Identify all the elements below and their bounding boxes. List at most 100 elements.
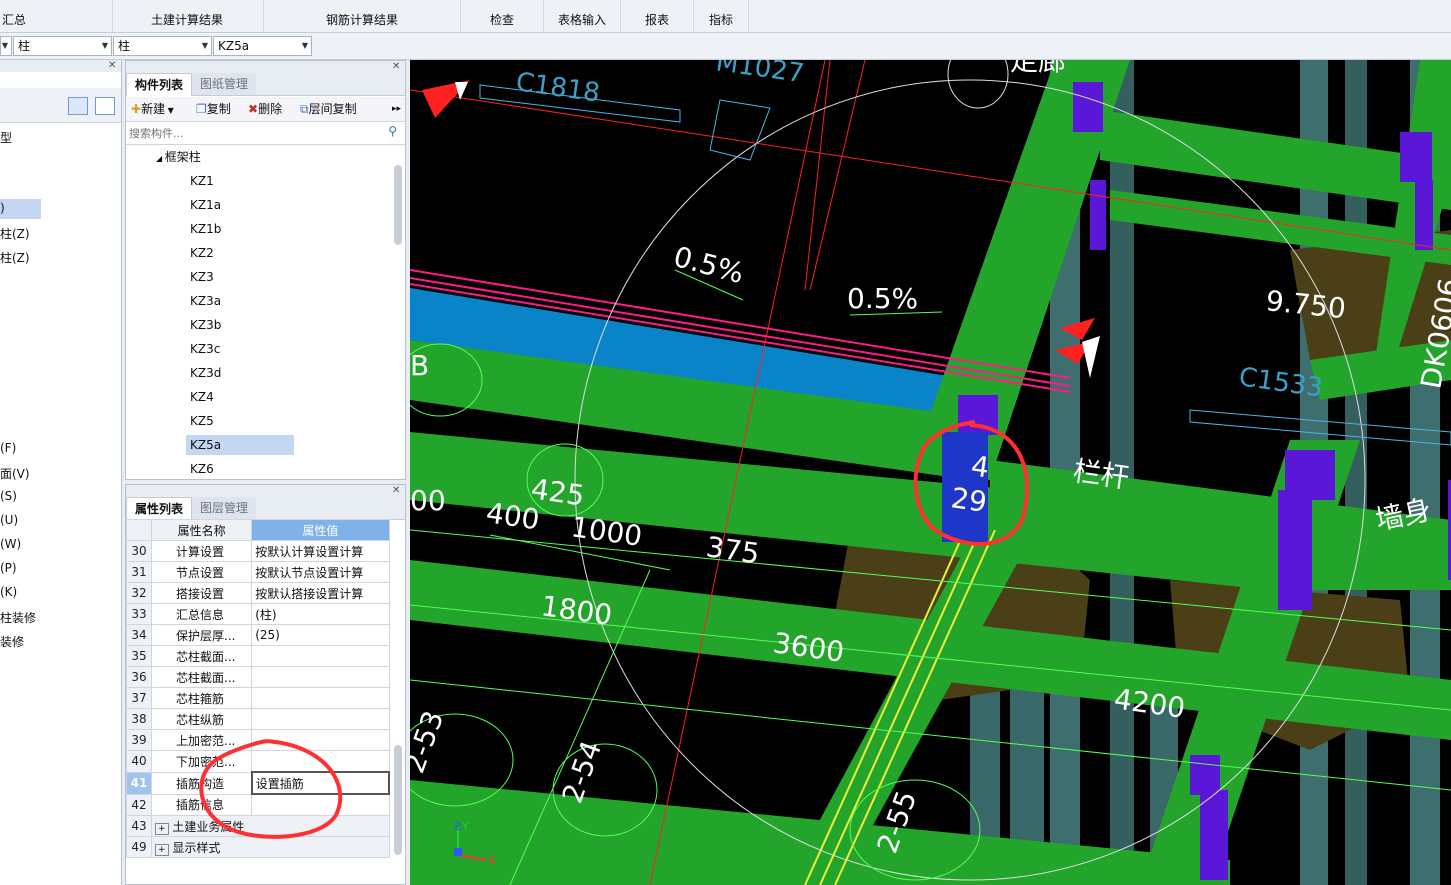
floor-select[interactable]: ▼: [0, 36, 12, 56]
nav-item[interactable]: 型: [0, 129, 12, 146]
nav-item[interactable]: 柱(Z): [0, 249, 30, 266]
close-icon[interactable]: ✕: [108, 60, 116, 71]
axis-label-y: Y: [461, 820, 469, 833]
property-value[interactable]: 按默认计算设置计算: [251, 540, 390, 562]
menu-civil-results[interactable]: 土建计算结果: [111, 0, 264, 32]
tree-item[interactable]: KZ3d: [190, 363, 221, 383]
menu-report[interactable]: 报表: [621, 0, 694, 32]
chevron-down-icon: ▼: [165, 106, 174, 115]
expand-icon[interactable]: +: [155, 843, 169, 856]
table-row[interactable]: 37 芯柱箍筋: [125, 687, 390, 709]
nav-item[interactable]: 柱(Z): [0, 225, 30, 242]
table-row[interactable]: 34 保护层厚... (25): [125, 624, 390, 646]
menu-summary[interactable]: 汇总: [0, 0, 113, 32]
property-value[interactable]: [251, 687, 390, 709]
detail-view-icon[interactable]: [95, 97, 115, 115]
scrollbar-thumb[interactable]: [394, 165, 402, 245]
search-icon[interactable]: ⚲: [388, 124, 397, 138]
row-number: 35: [125, 645, 153, 667]
property-value[interactable]: [251, 708, 390, 730]
expand-icon[interactable]: +: [155, 822, 169, 835]
new-button[interactable]: ✚新建 ▼: [131, 99, 174, 119]
nav-item[interactable]: (U): [0, 513, 18, 527]
delete-button[interactable]: ✖删除: [248, 99, 282, 119]
close-icon[interactable]: ✕: [392, 61, 400, 72]
type-select[interactable]: 柱 ▼: [13, 36, 112, 56]
label-column-b: 29: [949, 481, 989, 519]
property-name: 节点设置: [151, 561, 253, 583]
label-corridor: 走廊: [1010, 60, 1066, 77]
table-row[interactable]: 38 芯柱纵筋: [125, 708, 390, 730]
annotation-circle: [199, 739, 343, 839]
table-header: 属性名称 属性值: [125, 519, 390, 541]
nav-item[interactable]: (K): [0, 585, 17, 599]
property-name: 保护层厚...: [151, 624, 253, 646]
type-select-value: 柱: [18, 39, 31, 53]
tree-item[interactable]: KZ1: [190, 171, 214, 191]
table-row[interactable]: 33 汇总信息 (柱): [125, 603, 390, 625]
nav-item-selected-bg: [0, 199, 41, 219]
property-value[interactable]: 按默认搭接设置计算: [251, 582, 390, 604]
cad-drawing[interactable]: C1818 M1027 C1533 走廊 0.5% 0.5% 9.750 DK0…: [410, 60, 1451, 885]
menu-rebar-results[interactable]: 钢筋计算结果: [264, 0, 461, 32]
tab-component-list[interactable]: 构件列表: [126, 73, 193, 96]
more-icon[interactable]: ▸▸: [392, 99, 401, 119]
nav-item[interactable]: 柱装修: [0, 609, 36, 626]
delete-icon: ✖: [248, 102, 259, 116]
list-view-icon[interactable]: [68, 97, 88, 115]
tree-item[interactable]: KZ3c: [190, 339, 220, 359]
dim-00: 00: [410, 484, 446, 517]
nav-item[interactable]: 装修: [0, 633, 24, 650]
tab-layer-management[interactable]: 图层管理: [192, 497, 257, 519]
close-icon[interactable]: ✕: [392, 485, 400, 496]
nav-item[interactable]: (F): [0, 441, 16, 455]
floor-copy-button[interactable]: ⧉层间复制: [300, 99, 357, 119]
component-select[interactable]: KZ5a ▼: [213, 36, 312, 56]
tree-item[interactable]: KZ3a: [190, 291, 221, 311]
property-value[interactable]: [251, 666, 390, 688]
search-input[interactable]: [127, 123, 386, 143]
collapse-icon[interactable]: ◢: [156, 154, 165, 163]
property-value[interactable]: 按默认节点设置计算: [251, 561, 390, 583]
tree-item[interactable]: KZ1b: [190, 219, 221, 239]
menu-index[interactable]: 指标: [694, 0, 749, 32]
scrollbar-thumb[interactable]: [394, 745, 402, 855]
tree-item[interactable]: KZ6: [190, 459, 214, 479]
row-number: 30: [125, 540, 153, 562]
table-row[interactable]: 31 节点设置 按默认节点设置计算: [125, 561, 390, 583]
search-box: ⚲: [126, 122, 405, 145]
tree-item[interactable]: KZ3: [190, 267, 214, 287]
chevron-down-icon: ▼: [1, 41, 8, 50]
tree-item[interactable]: KZ3b: [190, 315, 221, 335]
tab-drawing-management[interactable]: 图纸管理: [192, 73, 257, 95]
menu-check[interactable]: 检查: [461, 0, 544, 32]
table-row[interactable]: 32 搭接设置 按默认搭接设置计算: [125, 582, 390, 604]
view-toolbar: [0, 88, 121, 123]
nav-item[interactable]: 面(V): [0, 465, 30, 482]
tree-item[interactable]: KZ4: [190, 387, 214, 407]
nav-item-selected[interactable]: ): [0, 201, 5, 215]
menu-table-input[interactable]: 表格输入: [544, 0, 621, 32]
property-value[interactable]: [251, 645, 390, 667]
nav-item[interactable]: (P): [0, 561, 17, 575]
property-name: 计算设置: [151, 540, 253, 562]
tab-property-list[interactable]: 属性列表: [126, 497, 193, 520]
tree-group[interactable]: ◢ 框架柱: [156, 147, 201, 167]
property-value[interactable]: (25): [251, 624, 390, 646]
table-row[interactable]: 36 芯柱截面...: [125, 666, 390, 688]
chevron-down-icon: ▼: [101, 41, 108, 50]
tree-item-selected[interactable]: KZ5a: [190, 435, 221, 455]
row-number: 33: [125, 603, 153, 625]
cad-viewport[interactable]: C1818 M1027 C1533 走廊 0.5% 0.5% 9.750 DK0…: [410, 60, 1451, 885]
subtype-select[interactable]: 柱 ▼: [113, 36, 212, 56]
nav-item[interactable]: (W): [0, 537, 21, 551]
tree-item[interactable]: KZ5: [190, 411, 214, 431]
nav-item[interactable]: (S): [0, 489, 17, 503]
table-row[interactable]: 35 芯柱截面...: [125, 645, 390, 667]
tree-item[interactable]: KZ1a: [190, 195, 221, 215]
table-row[interactable]: 30 计算设置 按默认计算设置计算: [125, 540, 390, 562]
property-value[interactable]: (柱): [251, 603, 390, 625]
chevron-down-icon: ▼: [301, 41, 308, 50]
tree-item[interactable]: KZ2: [190, 243, 214, 263]
copy-button[interactable]: ❐复制: [196, 99, 231, 119]
